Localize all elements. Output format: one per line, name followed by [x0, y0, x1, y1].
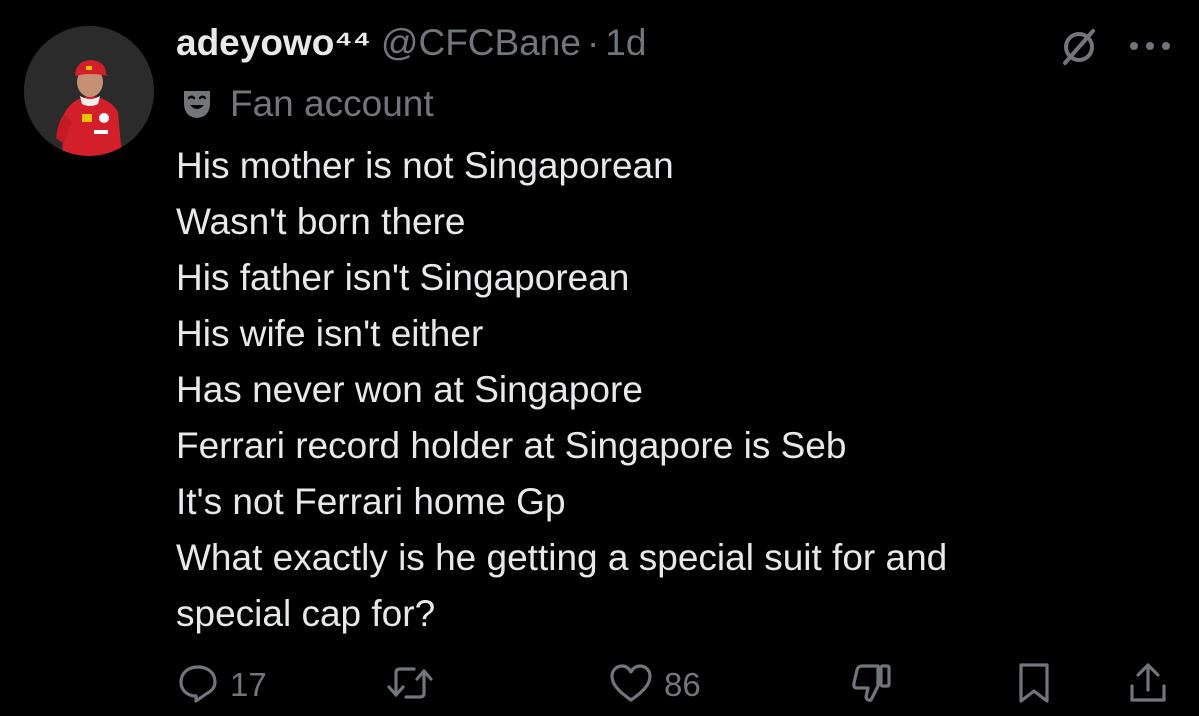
- tweet-line: His mother is not Singaporean: [176, 145, 674, 186]
- heart-icon: [608, 661, 654, 710]
- bookmark-icon: [1012, 660, 1056, 711]
- tweet-header: adeyowo⁴⁴ @CFCBane · 1d: [176, 22, 646, 74]
- grok-button[interactable]: [1052, 24, 1106, 74]
- account-label: Fan account: [176, 80, 434, 128]
- user-handle[interactable]: @CFCBane: [381, 22, 581, 64]
- avatar-image: [24, 26, 154, 156]
- like-button[interactable]: 86: [608, 655, 701, 715]
- display-name[interactable]: adeyowo⁴⁴: [176, 22, 371, 64]
- bookmark-button[interactable]: [1012, 655, 1056, 715]
- avatar[interactable]: [24, 26, 154, 156]
- dislike-icon: [848, 660, 896, 711]
- tweet-line: His wife isn't either: [176, 313, 484, 354]
- tweet-line: Ferrari record holder at Singapore is Se…: [176, 425, 847, 466]
- tweet-line: His father isn't Singaporean: [176, 257, 630, 298]
- tweet-line: special cap for?: [176, 593, 436, 634]
- more-options-button[interactable]: [1120, 30, 1180, 66]
- timestamp[interactable]: 1d: [605, 22, 646, 64]
- grok-icon: [1057, 25, 1101, 74]
- tweet-text: His mother is not Singaporean Wasn't bor…: [176, 138, 1166, 642]
- reply-count: 17: [230, 666, 267, 703]
- tweet: adeyowo⁴⁴ @CFCBane · 1d Fan account His …: [0, 0, 1199, 716]
- dislike-button[interactable]: [848, 655, 896, 715]
- label-text: Fan account: [230, 83, 434, 124]
- like-count: 86: [664, 666, 701, 703]
- tweet-line: It's not Ferrari home Gp: [176, 481, 566, 522]
- share-button[interactable]: [1126, 655, 1170, 715]
- separator-dot: ·: [586, 22, 600, 63]
- action-bar: 17 86: [0, 655, 1199, 715]
- repost-icon: [384, 661, 436, 710]
- more-icon: [1126, 39, 1174, 57]
- theater-masks-icon: [176, 83, 218, 125]
- share-icon: [1126, 660, 1170, 711]
- tweet-line: What exactly is he getting a special sui…: [176, 537, 948, 578]
- tweet-line: Has never won at Singapore: [176, 369, 643, 410]
- repost-button[interactable]: [384, 655, 446, 715]
- reply-icon: [176, 661, 220, 710]
- tweet-line: Wasn't born there: [176, 201, 466, 242]
- reply-button[interactable]: 17: [176, 655, 267, 715]
